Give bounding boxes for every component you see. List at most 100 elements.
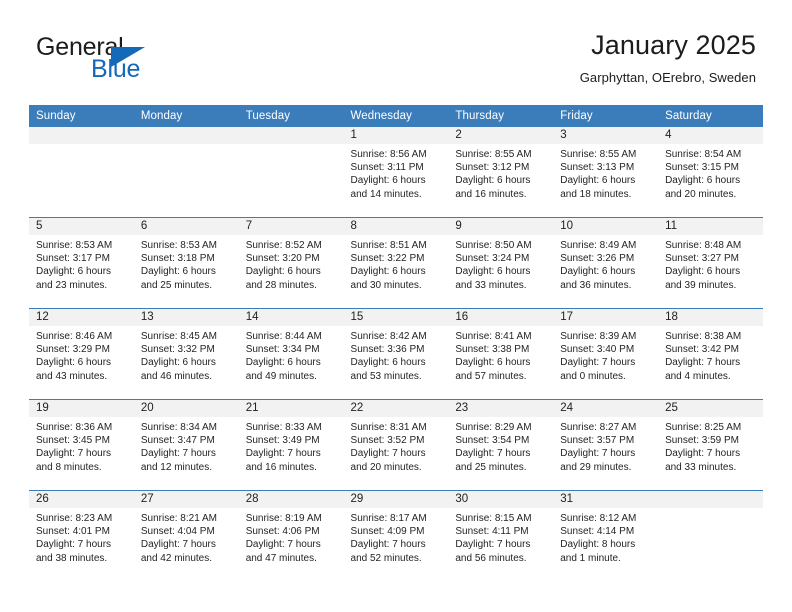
day-cell[interactable]: 28 Sunrise: 8:19 AM Sunset: 4:06 PM Dayl… xyxy=(238,490,344,581)
brand-logo[interactable]: General Blue xyxy=(36,33,236,85)
day-cell[interactable]: 27 Sunrise: 8:21 AM Sunset: 4:04 PM Dayl… xyxy=(133,490,239,581)
day-cell[interactable]: 16 Sunrise: 8:41 AM Sunset: 3:38 PM Dayl… xyxy=(448,308,554,400)
daylight-text: Daylight: 6 hours and 57 minutes. xyxy=(455,357,531,382)
day-cell[interactable]: 25 Sunrise: 8:25 AM Sunset: 3:59 PM Dayl… xyxy=(658,399,763,491)
sunrise-text: Sunrise: 8:54 AM xyxy=(665,149,742,160)
sunset-text: Sunset: 3:17 PM xyxy=(36,253,110,265)
day-number: 28 xyxy=(238,491,344,508)
day-details: Sunrise: 8:45 AM Sunset: 3:32 PM Dayligh… xyxy=(134,326,239,383)
sunrise-text: Sunrise: 8:38 AM xyxy=(665,331,742,342)
day-cell[interactable]: 1 Sunrise: 8:56 AM Sunset: 3:11 PM Dayli… xyxy=(343,127,449,218)
daylight-text: Daylight: 6 hours and 46 minutes. xyxy=(140,357,216,382)
sunset-text: Sunset: 3:18 PM xyxy=(140,253,215,265)
sunset-text: Sunset: 3:12 PM xyxy=(455,162,530,174)
sunset-text: Sunset: 3:36 PM xyxy=(350,344,425,356)
day-details: Sunrise: 8:56 AM Sunset: 3:11 PM Dayligh… xyxy=(344,144,449,201)
day-cell[interactable]: 9 Sunrise: 8:50 AM Sunset: 3:24 PM Dayli… xyxy=(448,217,554,309)
day-details: Sunrise: 8:29 AM Sunset: 3:54 PM Dayligh… xyxy=(448,417,553,474)
daylight-text: Daylight: 6 hours and 16 minutes. xyxy=(455,175,531,200)
day-cell[interactable]: 31 Sunrise: 8:12 AM Sunset: 4:14 PM Dayl… xyxy=(553,490,659,581)
day-cell[interactable]: 30 Sunrise: 8:15 AM Sunset: 4:11 PM Dayl… xyxy=(448,490,554,581)
sunset-text: Sunset: 3:49 PM xyxy=(245,435,320,447)
sunset-text: Sunset: 4:01 PM xyxy=(36,526,110,538)
day-cell[interactable]: 26 Sunrise: 8:23 AM Sunset: 4:01 PM Dayl… xyxy=(29,490,134,581)
day-cell[interactable]: 14 Sunrise: 8:44 AM Sunset: 3:34 PM Dayl… xyxy=(238,308,344,400)
day-details: Sunrise: 8:52 AM Sunset: 3:20 PM Dayligh… xyxy=(239,235,344,292)
day-cell[interactable]: 10 Sunrise: 8:49 AM Sunset: 3:26 PM Dayl… xyxy=(553,217,659,309)
daylight-text: Daylight: 8 hours and 1 minute. xyxy=(560,539,636,564)
day-cell[interactable]: 7 Sunrise: 8:52 AM Sunset: 3:20 PM Dayli… xyxy=(238,217,344,309)
daylight-text: Daylight: 7 hours and 29 minutes. xyxy=(560,448,636,473)
daylight-text: Daylight: 7 hours and 25 minutes. xyxy=(455,448,531,473)
sunrise-text: Sunrise: 8:49 AM xyxy=(560,240,637,251)
day-cell xyxy=(133,127,239,218)
calendar-week-row: 1 Sunrise: 8:56 AM Sunset: 3:11 PM Dayli… xyxy=(29,127,763,218)
day-number: 8 xyxy=(343,218,449,235)
day-cell[interactable]: 8 Sunrise: 8:51 AM Sunset: 3:22 PM Dayli… xyxy=(343,217,449,309)
day-details: Sunrise: 8:36 AM Sunset: 3:45 PM Dayligh… xyxy=(29,417,134,474)
day-cell[interactable]: 19 Sunrise: 8:36 AM Sunset: 3:45 PM Dayl… xyxy=(29,399,134,491)
day-details: Sunrise: 8:31 AM Sunset: 3:52 PM Dayligh… xyxy=(344,417,449,474)
day-cell[interactable]: 20 Sunrise: 8:34 AM Sunset: 3:47 PM Dayl… xyxy=(133,399,239,491)
sunrise-text: Sunrise: 8:15 AM xyxy=(455,513,532,524)
sunrise-text: Sunrise: 8:42 AM xyxy=(350,331,427,342)
sunrise-text: Sunrise: 8:25 AM xyxy=(665,422,742,433)
day-cell[interactable]: 29 Sunrise: 8:17 AM Sunset: 4:09 PM Dayl… xyxy=(343,490,449,581)
calendar-page: General Blue January 2025 Garphyttan, OE… xyxy=(0,0,792,612)
daylight-text: Daylight: 7 hours and 38 minutes. xyxy=(36,539,112,564)
day-cell[interactable]: 17 Sunrise: 8:39 AM Sunset: 3:40 PM Dayl… xyxy=(553,308,659,400)
daylight-text: Daylight: 6 hours and 39 minutes. xyxy=(665,266,741,291)
day-cell[interactable]: 22 Sunrise: 8:31 AM Sunset: 3:52 PM Dayl… xyxy=(343,399,449,491)
location-subtitle: Garphyttan, OErebro, Sweden xyxy=(579,70,756,85)
day-number: 12 xyxy=(29,309,134,326)
day-number: 22 xyxy=(343,400,449,417)
daylight-text: Daylight: 7 hours and 47 minutes. xyxy=(245,539,321,564)
daylight-text: Daylight: 6 hours and 14 minutes. xyxy=(350,175,426,200)
sunrise-text: Sunrise: 8:39 AM xyxy=(560,331,637,342)
day-cell[interactable]: 3 Sunrise: 8:55 AM Sunset: 3:13 PM Dayli… xyxy=(553,127,659,218)
sunset-text: Sunset: 4:11 PM xyxy=(455,526,529,538)
sunrise-text: Sunrise: 8:33 AM xyxy=(245,422,322,433)
day-details: Sunrise: 8:34 AM Sunset: 3:47 PM Dayligh… xyxy=(134,417,239,474)
daylight-text: Daylight: 7 hours and 20 minutes. xyxy=(350,448,426,473)
day-number: 30 xyxy=(448,491,554,508)
day-details: Sunrise: 8:53 AM Sunset: 3:18 PM Dayligh… xyxy=(134,235,239,292)
sunrise-text: Sunrise: 8:52 AM xyxy=(245,240,322,251)
day-number xyxy=(658,491,763,508)
day-number: 7 xyxy=(238,218,344,235)
day-cell[interactable]: 12 Sunrise: 8:46 AM Sunset: 3:29 PM Dayl… xyxy=(29,308,134,400)
day-number: 25 xyxy=(658,400,763,417)
day-details: Sunrise: 8:53 AM Sunset: 3:17 PM Dayligh… xyxy=(29,235,134,292)
day-details: Sunrise: 8:23 AM Sunset: 4:01 PM Dayligh… xyxy=(29,508,134,565)
sunset-text: Sunset: 3:52 PM xyxy=(350,435,425,447)
day-cell[interactable]: 24 Sunrise: 8:27 AM Sunset: 3:57 PM Dayl… xyxy=(553,399,659,491)
day-cell[interactable]: 23 Sunrise: 8:29 AM Sunset: 3:54 PM Dayl… xyxy=(448,399,554,491)
day-cell[interactable]: 5 Sunrise: 8:53 AM Sunset: 3:17 PM Dayli… xyxy=(29,217,134,309)
day-details: Sunrise: 8:48 AM Sunset: 3:27 PM Dayligh… xyxy=(658,235,763,292)
day-cell[interactable]: 15 Sunrise: 8:42 AM Sunset: 3:36 PM Dayl… xyxy=(343,308,449,400)
day-number: 19 xyxy=(29,400,134,417)
calendar-header-row: Sunday Monday Tuesday Wednesday Thursday… xyxy=(29,105,763,127)
sunset-text: Sunset: 3:29 PM xyxy=(36,344,110,356)
day-cell[interactable]: 18 Sunrise: 8:38 AM Sunset: 3:42 PM Dayl… xyxy=(658,308,763,400)
day-details: Sunrise: 8:39 AM Sunset: 3:40 PM Dayligh… xyxy=(553,326,658,383)
sunrise-text: Sunrise: 8:17 AM xyxy=(350,513,427,524)
sunrise-text: Sunrise: 8:19 AM xyxy=(245,513,322,524)
day-cell[interactable]: 21 Sunrise: 8:33 AM Sunset: 3:49 PM Dayl… xyxy=(238,399,344,491)
sunset-text: Sunset: 4:14 PM xyxy=(560,526,635,538)
daylight-text: Daylight: 6 hours and 49 minutes. xyxy=(245,357,321,382)
day-cell[interactable]: 4 Sunrise: 8:54 AM Sunset: 3:15 PM Dayli… xyxy=(658,127,763,218)
day-details: Sunrise: 8:25 AM Sunset: 3:59 PM Dayligh… xyxy=(658,417,763,474)
sunset-text: Sunset: 3:22 PM xyxy=(350,253,425,265)
sunset-text: Sunset: 3:57 PM xyxy=(560,435,635,447)
day-details: Sunrise: 8:49 AM Sunset: 3:26 PM Dayligh… xyxy=(553,235,658,292)
day-cell[interactable]: 11 Sunrise: 8:48 AM Sunset: 3:27 PM Dayl… xyxy=(658,217,763,309)
day-cell[interactable]: 2 Sunrise: 8:55 AM Sunset: 3:12 PM Dayli… xyxy=(448,127,554,218)
day-number: 5 xyxy=(29,218,134,235)
day-cell[interactable]: 13 Sunrise: 8:45 AM Sunset: 3:32 PM Dayl… xyxy=(133,308,239,400)
day-cell[interactable]: 6 Sunrise: 8:53 AM Sunset: 3:18 PM Dayli… xyxy=(133,217,239,309)
day-number: 26 xyxy=(29,491,134,508)
day-number: 14 xyxy=(238,309,344,326)
sunset-text: Sunset: 3:45 PM xyxy=(36,435,110,447)
sunset-text: Sunset: 3:20 PM xyxy=(245,253,320,265)
